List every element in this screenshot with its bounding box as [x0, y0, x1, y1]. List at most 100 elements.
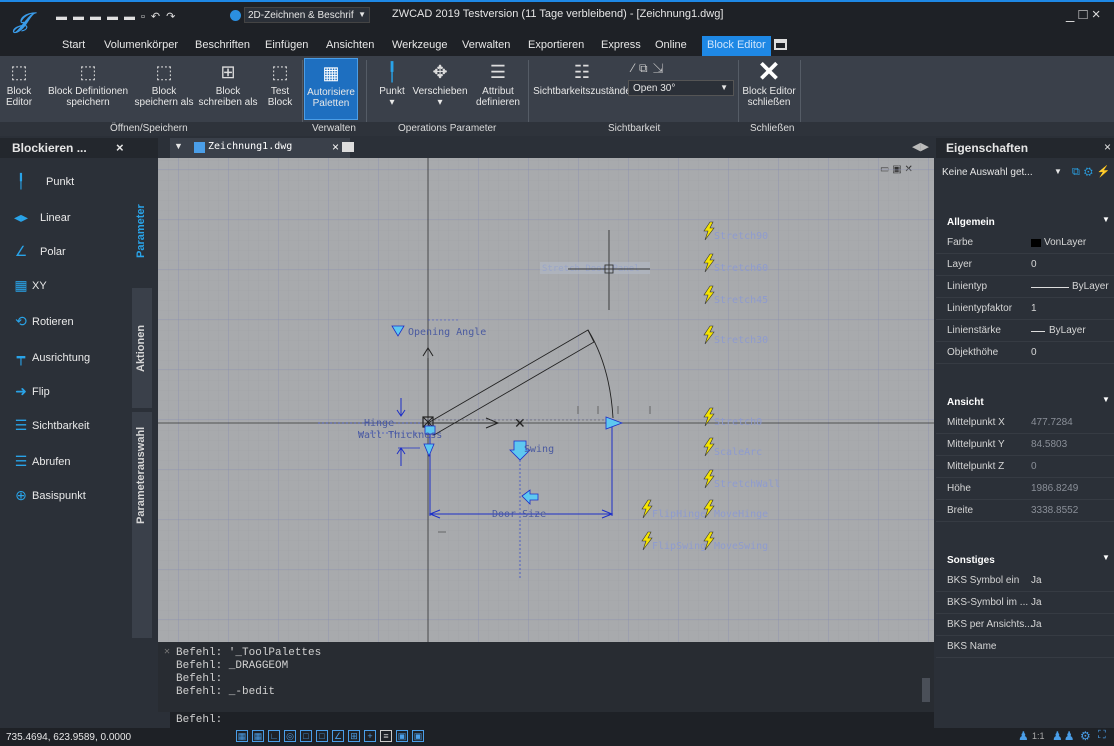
prop-row-breite[interactable]: Breite 3338.8552 — [936, 500, 1114, 522]
tool-xy[interactable]: ▦ XY — [14, 277, 46, 293]
tool-sichtbarkeit[interactable]: ☰ Sichtbarkeit — [15, 417, 90, 433]
dynucs-toggle-icon[interactable]: ∠ — [332, 730, 344, 742]
open-icon[interactable]: ▬ — [73, 11, 90, 23]
tab-block-editor[interactable]: Block Editor — [702, 36, 771, 56]
tpy-toggle-icon[interactable]: ≡ — [380, 730, 392, 742]
tool-ausrichtung[interactable]: ┯ Ausrichtung — [17, 349, 90, 365]
selection-select[interactable]: Keine Auswahl get... ▼ — [942, 164, 1066, 182]
ortho-toggle-icon[interactable]: ∟ — [268, 730, 280, 742]
osnap-toggle-icon[interactable]: □ — [300, 730, 312, 742]
lineweight-toggle-icon[interactable]: + — [364, 730, 376, 742]
prop-row-linientyp[interactable]: Linientyp ByLayer — [936, 276, 1114, 298]
close-icon[interactable]: × — [116, 140, 124, 155]
command-history[interactable]: ✕ Befehl: '_ToolPalettes Befehl: _DRAGGE… — [158, 642, 934, 712]
visibility-state-select[interactable]: Open 30° ▼ — [628, 80, 734, 96]
define-attribute-button[interactable]: ☰ Attribut definieren — [472, 58, 524, 120]
prop-row-mittelpunkt-y[interactable]: Mittelpunkt Y 84.5803 — [936, 434, 1114, 456]
tab-verwalten[interactable]: Verwalten — [462, 39, 510, 51]
group-manage[interactable]: Verwalten — [312, 122, 356, 136]
select-icon[interactable]: ▫ — [141, 11, 151, 23]
block-save-as-button[interactable]: ⬚ Block speichern als — [132, 58, 196, 120]
tab-einfuegen[interactable]: Einfügen — [265, 39, 308, 51]
block-editor-button[interactable]: ⬚ Block Editor — [2, 58, 36, 120]
drawing-canvas[interactable]: ▭ ▣ ✕ Stretch Door Panel — [158, 158, 934, 642]
prop-row-farbe[interactable]: Farbe VonLayer — [936, 232, 1114, 254]
tool-linear[interactable]: ◂▸ Linear — [14, 209, 71, 225]
snap-toggle-icon[interactable]: ▦ — [252, 730, 264, 742]
otrack-toggle-icon[interactable]: □ — [316, 730, 328, 742]
tool-rotieren[interactable]: ⟲ Rotieren — [15, 313, 73, 329]
prop-row-bks-symbol-ein[interactable]: BKS Symbol ein Ja — [936, 570, 1114, 592]
tab-express[interactable]: Express — [601, 39, 641, 51]
save-block-definitions-button[interactable]: ⬚ Block Definitionen speichern — [36, 58, 140, 120]
section-sonstiges[interactable]: Sonstiges ▼ — [936, 552, 1114, 570]
tool-abrufen[interactable]: ☰ Abrufen — [15, 453, 71, 469]
vtab-parameterauswahl[interactable]: Parameterauswahl — [132, 412, 152, 638]
workspace-select[interactable]: 2D-Zeichnen & Beschrif ▼ — [244, 7, 370, 23]
vtab-aktionen[interactable]: Aktionen — [132, 288, 152, 408]
tab-exportieren[interactable]: Exportieren — [528, 39, 584, 51]
saveas-icon[interactable]: ▬ — [107, 11, 124, 23]
prop-row-layer[interactable]: Layer 0 — [936, 254, 1114, 276]
toggle-panel-icon[interactable]: ◀▶ — [912, 140, 929, 153]
tab-beschriften[interactable]: Beschriften — [195, 39, 250, 51]
section-ansicht[interactable]: Ansicht ▼ — [936, 394, 1114, 412]
annotation-scale-value[interactable]: 1:1 — [1032, 731, 1045, 741]
prop-row-bks-per-ansicht[interactable]: BKS per Ansichts... Ja — [936, 614, 1114, 636]
new-icon[interactable]: ▬ — [56, 11, 73, 23]
tab-volumenkoerper[interactable]: Volumenkörper — [104, 39, 178, 51]
prop-row-bks-name[interactable]: BKS Name — [936, 636, 1114, 658]
grid-toggle-icon[interactable]: ▦ — [236, 730, 248, 742]
tab-werkzeuge[interactable]: Werkzeuge — [392, 39, 447, 51]
new-tab-icon[interactable] — [342, 142, 354, 152]
prop-row-linientypfaktor[interactable]: Linientypfaktor 1 — [936, 298, 1114, 320]
prop-row-linienstaerke[interactable]: Linienstärke ByLayer — [936, 320, 1114, 342]
close-icon[interactable]: × — [332, 140, 339, 154]
tool-punkt[interactable]: ╿ Punkt — [17, 173, 74, 189]
command-scrollbar[interactable] — [922, 678, 930, 702]
prop-row-mittelpunkt-z[interactable]: Mittelpunkt Z0 — [936, 456, 1114, 478]
visibility-states-button[interactable]: ☷ Sichtbarkeitszustände — [530, 58, 634, 120]
prop-row-mittelpunkt-x[interactable]: Mittelpunkt X 477.7284 — [936, 412, 1114, 434]
window-controls[interactable]: _ □ × — [1066, 6, 1101, 23]
tool-flip[interactable]: ➜ Flip — [15, 383, 50, 399]
close-block-editor-button[interactable]: ✕ Block Editor schließen — [740, 58, 798, 120]
tool-basispunkt[interactable]: ⊕ Basispunkt — [15, 487, 86, 503]
chevron-down-icon[interactable]: ▼ — [174, 141, 183, 151]
command-input[interactable]: Befehl: — [170, 712, 934, 728]
close-icon[interactable]: ✕ — [164, 646, 170, 658]
authoring-palettes-button[interactable]: ▦ Autorisiere Paletten — [304, 58, 358, 120]
polar-toggle-icon[interactable]: ◎ — [284, 730, 296, 742]
annotation-scale-icon[interactable]: ♟ — [1018, 729, 1029, 743]
undo-icon[interactable]: ↶ — [151, 11, 166, 23]
vtab-parameter[interactable]: Parameter — [132, 164, 152, 282]
sc-toggle-icon[interactable]: ▣ — [412, 730, 424, 742]
test-block-button[interactable]: ⬚ Test Block — [260, 58, 300, 120]
gear-icon[interactable]: ⚙ — [1080, 729, 1091, 743]
annotation-visibility-icon[interactable]: ♟♟ — [1052, 729, 1076, 743]
doc-tab[interactable]: ▼ Zeichnung1.dwg × — [170, 138, 350, 158]
tab-ansichten[interactable]: Ansichten — [326, 39, 374, 51]
redo-icon[interactable]: ↷ — [166, 11, 181, 23]
minimize-ribbon-icon[interactable] — [774, 39, 787, 50]
workspace-value: 2D-Zeichnen & Beschrif — [248, 10, 354, 21]
block-write-as-button[interactable]: ⊞ Block schreiben als — [196, 58, 260, 120]
close-icon[interactable]: × — [1104, 140, 1111, 154]
save-icon[interactable]: ▬ — [90, 11, 107, 23]
move-action-button[interactable]: ✥ Verschieben ▾ — [410, 58, 470, 120]
tool-polar[interactable]: ∠ Polar — [15, 243, 66, 259]
prop-row-hoehe[interactable]: Höhe 1986.8249 — [936, 478, 1114, 500]
tab-start[interactable]: Start — [62, 39, 85, 51]
dyn-toggle-icon[interactable]: ⊞ — [348, 730, 360, 742]
fullscreen-icon[interactable]: ⛶ — [1098, 729, 1106, 742]
app-logo[interactable]: 𝒥 — [14, 8, 40, 34]
point-parameter-button[interactable]: ╿ Punkt ▾ — [372, 58, 412, 120]
tab-online[interactable]: Online — [655, 39, 687, 51]
quick-select-icons[interactable]: ⧉⚙⚡ — [1072, 165, 1114, 179]
visibility-tool-icons[interactable]: ⁄⧉⇲ — [632, 61, 669, 76]
prop-row-objekthoehe[interactable]: Objekthöhe 0 — [936, 342, 1114, 364]
prop-row-bks-symbol-im[interactable]: BKS-Symbol im ... Ja — [936, 592, 1114, 614]
section-allgemein[interactable]: Allgemein ▼ — [936, 214, 1114, 232]
print-icon[interactable]: ▬ — [124, 11, 141, 23]
qp-toggle-icon[interactable]: ▣ — [396, 730, 408, 742]
